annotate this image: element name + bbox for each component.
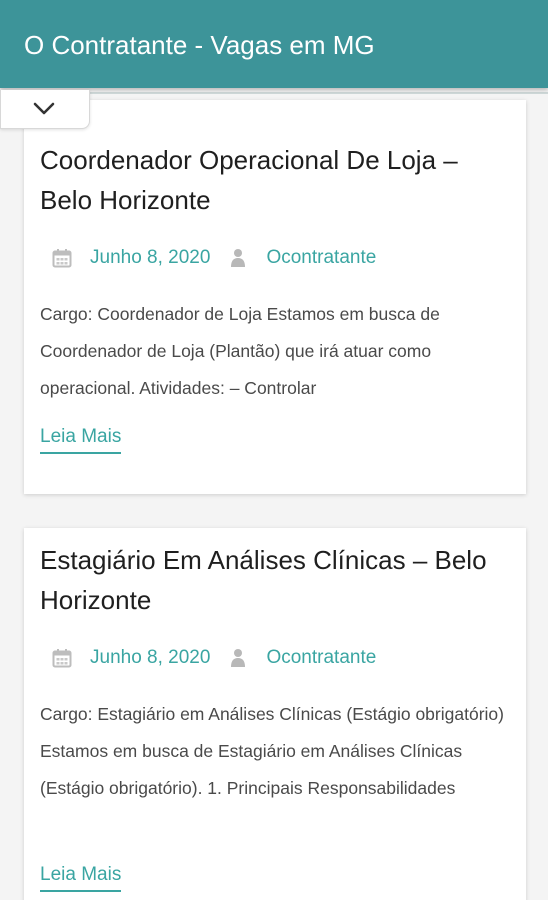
chevron-down-icon <box>33 102 55 115</box>
calendar-icon <box>52 649 72 668</box>
read-more-link[interactable]: Leia Mais <box>40 862 122 892</box>
post-card: Estagiário Em Análises Clínicas – Belo H… <box>24 528 526 900</box>
app-title: O Contratante - Vagas em MG <box>24 30 375 60</box>
post-card: Coordenador Operacional De Loja – Belo H… <box>24 100 526 494</box>
app-screen: O Contratante - Vagas em MG Coordenador … <box>0 0 548 900</box>
post-excerpt: Cargo: Estagiário em Análises Clínicas (… <box>40 704 504 798</box>
calendar-icon <box>52 249 72 268</box>
post-meta: Junho 8, 2020 Ocontratante <box>52 246 376 270</box>
post-title[interactable]: Coordenador Operacional De Loja – Belo H… <box>40 140 514 220</box>
post-author[interactable]: Ocontratante <box>266 246 376 270</box>
post-date[interactable]: Junho 8, 2020 <box>90 646 210 670</box>
user-icon <box>231 249 246 267</box>
post-meta: Junho 8, 2020 Ocontratante <box>52 646 376 670</box>
app-bar: O Contratante - Vagas em MG <box>0 0 548 88</box>
post-excerpt: Cargo: Coordenador de Loja Estamos em bu… <box>40 304 440 398</box>
post-author[interactable]: Ocontratante <box>266 646 376 670</box>
user-icon <box>231 649 246 667</box>
post-title[interactable]: Estagiário Em Análises Clínicas – Belo H… <box>40 540 514 620</box>
expand-menu-button[interactable] <box>0 90 90 129</box>
read-more-link[interactable]: Leia Mais <box>40 424 122 454</box>
toolbar-divider <box>88 92 548 94</box>
post-date[interactable]: Junho 8, 2020 <box>90 246 210 270</box>
